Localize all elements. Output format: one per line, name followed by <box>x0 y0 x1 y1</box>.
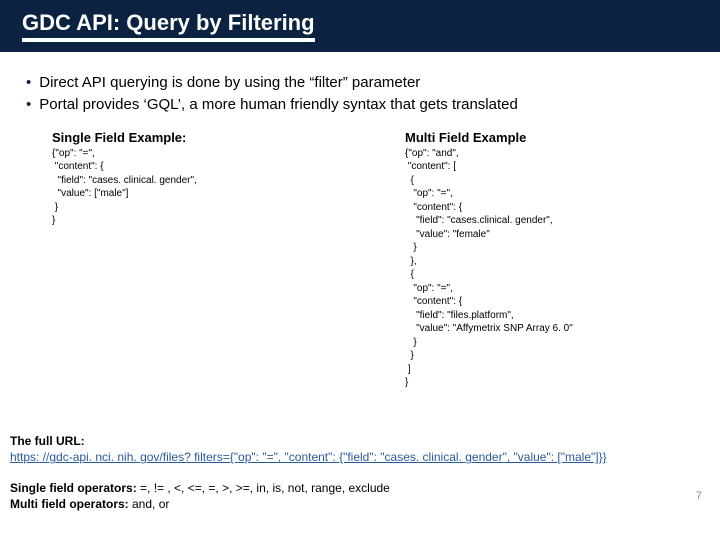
slide-body: Direct API querying is done by using the… <box>0 52 720 390</box>
bottom-section: The full URL: https: //gdc-api. nci. nih… <box>10 433 710 512</box>
operators-block: Single field operators: =, != , <, <=, =… <box>10 480 710 512</box>
multi-ops-label: Multi field operators: <box>10 497 129 511</box>
title-bar: GDC API: Query by Filtering <box>0 0 720 52</box>
single-ops-line: Single field operators: =, != , <, <=, =… <box>10 480 710 496</box>
bullet-item: Direct API querying is done by using the… <box>26 72 698 94</box>
multi-field-title: Multi Field Example <box>405 130 698 145</box>
multi-ops-line: Multi field operators: and, or <box>10 496 710 512</box>
full-url-label: The full URL: <box>10 434 85 448</box>
multi-field-code: {"op": "and", "content": [ { "op": "=", … <box>405 147 698 390</box>
full-url-block: The full URL: https: //gdc-api. nci. nih… <box>10 433 710 465</box>
full-url-link[interactable]: https: //gdc-api. nci. nih. gov/files? f… <box>10 450 607 464</box>
page-number: 7 <box>696 490 702 502</box>
multi-ops-list: and, or <box>129 497 170 511</box>
single-field-column: Single Field Example: {"op": "=", "conte… <box>52 130 345 390</box>
single-field-code: {"op": "=", "content": { "field": "cases… <box>52 147 345 228</box>
slide: GDC API: Query by Filtering Direct API q… <box>0 0 720 540</box>
single-ops-list: =, != , <, <=, =, >, >=, in, is, not, ra… <box>137 481 390 495</box>
bullet-item: Portal provides ‘GQL’, a more human frie… <box>26 94 698 116</box>
example-columns: Single Field Example: {"op": "=", "conte… <box>52 130 698 390</box>
multi-field-column: Multi Field Example {"op": "and", "conte… <box>405 130 698 390</box>
single-field-title: Single Field Example: <box>52 130 345 145</box>
slide-title: GDC API: Query by Filtering <box>22 10 315 42</box>
bullet-list: Direct API querying is done by using the… <box>26 72 698 116</box>
single-ops-label: Single field operators: <box>10 481 137 495</box>
